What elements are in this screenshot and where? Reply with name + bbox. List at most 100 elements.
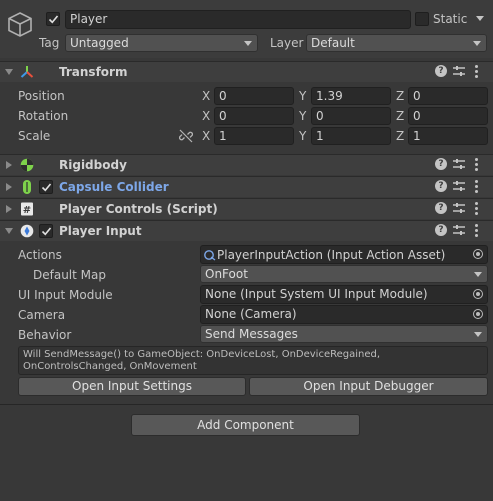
help-icon[interactable]: ? [435,180,447,192]
ui-input-module-label: UI Input Module [18,288,113,302]
transform-axes-icon [20,66,34,78]
object-name-input[interactable]: Player [65,10,411,29]
tag-value: Untagged [70,36,129,50]
player-controls-title: Player Controls (Script) [59,202,218,216]
camera-value: None (Camera) [205,307,297,321]
section-divider [0,404,493,405]
rigidbody-title: Rigidbody [59,158,127,172]
foldout-arrow-icon[interactable] [6,161,12,169]
scale-y-input[interactable]: 1 [311,127,391,145]
component-header-actions: ? [435,65,485,79]
player-controls-header[interactable]: # Player Controls (Script) ? [0,198,493,219]
transform-header[interactable]: Transform ? [0,61,493,82]
scale-x-input[interactable]: 1 [214,127,294,145]
checkmark-icon [41,227,52,236]
scale-z-axis-label[interactable]: Z [396,128,404,144]
capsule-collider-header[interactable]: Capsule Collider ? [0,176,493,197]
behavior-help-box: Will SendMessage() to GameObject: OnDevi… [18,346,488,375]
checkmark-icon [48,15,59,24]
capsule-collider-icon [23,180,31,194]
more-options-icon[interactable] [475,224,479,239]
help-icon[interactable]: ? [435,224,447,236]
ui-input-module-field[interactable]: None (Input System UI Input Module) [200,285,488,304]
help-icon[interactable]: ? [435,65,447,77]
object-picker-icon[interactable] [473,309,483,319]
position-y-input[interactable]: 1.39 [311,87,391,105]
scale-z-input[interactable]: 1 [408,127,488,145]
open-input-debugger-button[interactable]: Open Input Debugger [249,377,488,396]
player-input-title: Player Input [59,224,142,238]
foldout-arrow-icon[interactable] [5,228,13,234]
constrain-proportions-link-icon[interactable] [179,129,193,143]
position-z-input[interactable]: 0 [408,87,488,105]
ui-input-module-value: None (Input System UI Input Module) [205,287,428,301]
object-header: Player Static Tag Untagged Layer Default [0,0,493,58]
more-options-icon[interactable] [475,180,479,195]
rotation-label: Rotation [18,109,69,123]
behavior-dropdown[interactable]: Send Messages [200,325,488,343]
rotation-z-axis-label[interactable]: Z [396,108,404,124]
more-options-icon[interactable] [475,65,479,80]
camera-field[interactable]: None (Camera) [200,305,488,324]
position-z-axis-label[interactable]: Z [396,88,404,104]
presets-icon[interactable] [453,158,465,170]
capsule-collider-enabled-checkbox[interactable] [39,180,53,194]
help-icon[interactable]: ? [435,158,447,170]
static-checkbox[interactable] [415,12,429,26]
layer-dropdown[interactable]: Default [306,34,487,52]
rotation-x-axis-label[interactable]: X [202,108,210,124]
behavior-label: Behavior [18,328,72,342]
capsule-collider-title: Capsule Collider [59,180,169,194]
scale-y-axis-label[interactable]: Y [299,128,306,144]
layer-label: Layer [270,36,304,50]
more-options-icon[interactable] [475,158,479,173]
presets-icon[interactable] [453,65,465,77]
position-y-axis-label[interactable]: Y [299,88,306,104]
chevron-down-icon [244,41,252,46]
rotation-y-input[interactable]: 0 [311,107,391,125]
component-header-actions: ? [435,158,485,172]
default-map-value: OnFoot [205,267,248,281]
camera-label: Camera [18,308,66,322]
svg-text:#: # [23,205,31,216]
component-header-actions: ? [435,224,485,238]
open-input-settings-button[interactable]: Open Input Settings [18,377,246,396]
rotation-y-axis-label[interactable]: Y [299,108,306,124]
foldout-arrow-icon[interactable] [5,69,13,75]
transform-title: Transform [59,65,128,79]
tag-label: Tag [39,36,60,50]
position-x-input[interactable]: 0 [214,87,294,105]
add-component-button[interactable]: Add Component [131,414,360,436]
static-label: Static [433,12,468,26]
help-icon[interactable]: ? [435,202,447,214]
rigidbody-icon [20,158,34,172]
rigidbody-header[interactable]: Rigidbody ? [0,154,493,175]
foldout-arrow-icon[interactable] [6,205,12,213]
object-active-checkbox[interactable] [46,12,60,26]
foldout-arrow-icon[interactable] [6,183,12,191]
player-input-icon [20,224,34,238]
presets-icon[interactable] [453,202,465,214]
rotation-z-input[interactable]: 0 [408,107,488,125]
default-map-dropdown[interactable]: OnFoot [200,265,488,283]
player-input-header[interactable]: Player Input ? [0,220,493,241]
actions-value: PlayerInputAction (Input Action Asset) [217,248,446,262]
chevron-down-icon [473,41,481,46]
object-picker-icon[interactable] [473,249,483,259]
presets-icon[interactable] [453,224,465,236]
presets-icon[interactable] [453,180,465,192]
object-picker-icon[interactable] [473,289,483,299]
position-x-axis-label[interactable]: X [202,88,210,104]
script-icon: # [21,202,33,216]
checkmark-icon [41,183,52,192]
default-map-label: Default Map [33,268,106,282]
more-options-icon[interactable] [475,202,479,217]
tag-dropdown[interactable]: Untagged [65,34,258,52]
static-dropdown-arrow[interactable] [476,16,484,21]
actions-object-field[interactable]: PlayerInputAction (Input Action Asset) [200,245,488,264]
chevron-down-icon [474,332,482,337]
rotation-x-input[interactable]: 0 [214,107,294,125]
player-input-enabled-checkbox[interactable] [39,224,53,238]
scale-x-axis-label[interactable]: X [202,128,210,144]
input-action-asset-icon [204,250,216,261]
